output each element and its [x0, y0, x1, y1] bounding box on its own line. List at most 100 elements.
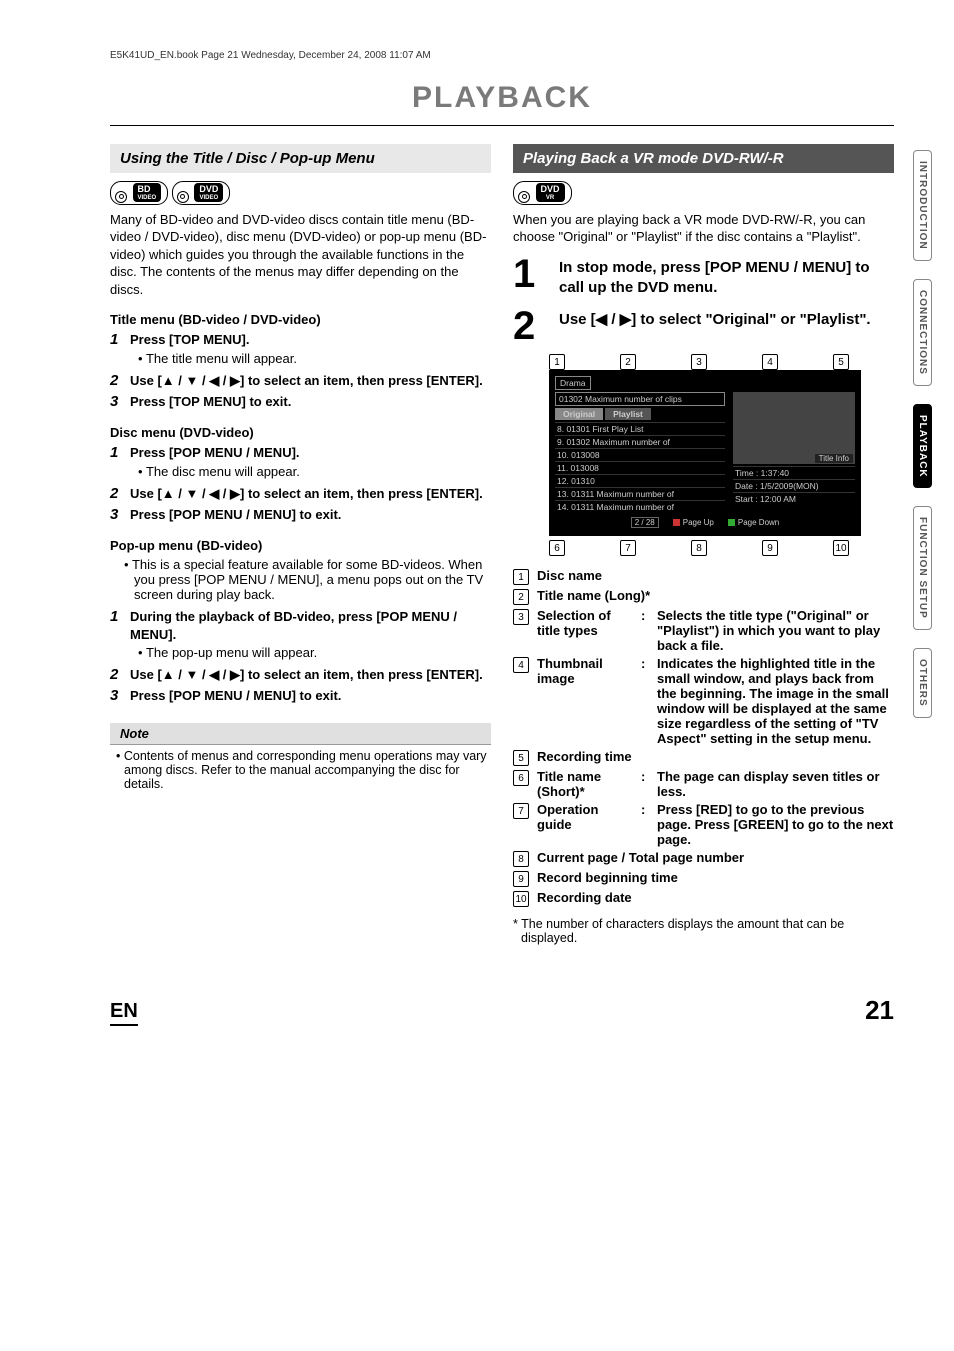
page-title: PLAYBACK — [110, 81, 894, 115]
legend-7-desc: Press [RED] to go to the previous page. … — [657, 802, 894, 847]
legend-6-lbl: Title name (Short)* — [537, 769, 633, 799]
footer: EN 21 — [110, 995, 894, 1026]
footnote: * The number of characters displays the … — [513, 917, 894, 945]
dvd-thumb-label: Title Info — [815, 454, 853, 463]
legend-box-1: 1 — [513, 569, 529, 585]
legend-5: Recording time — [537, 749, 632, 764]
legend-4-lbl: Thumbnail image — [537, 656, 633, 686]
callout-10: 10 — [833, 540, 849, 556]
legend-7-lbl: Operation guide — [537, 802, 633, 832]
big-step-2: 2 Use [◀ / ▶] to select "Original" or "P… — [513, 308, 894, 344]
right-section-head: Playing Back a VR mode DVD-RW/-R — [513, 144, 894, 173]
left-intro: Many of BD-video and DVD-video discs con… — [110, 211, 491, 299]
page-down-button[interactable]: Page Down — [728, 518, 779, 527]
page-up-button[interactable]: Page Up — [673, 518, 714, 527]
dvd-list-item[interactable]: 11. 013008 — [555, 461, 725, 474]
dvd-disc-name: Drama — [555, 376, 591, 390]
tab-introduction[interactable]: INTRODUCTION — [913, 150, 932, 261]
callout-8: 8 — [691, 540, 707, 556]
callout-1: 1 — [549, 354, 565, 370]
callout-5: 5 — [833, 354, 849, 370]
disc-step-1: 1Press [POP MENU / MENU]. — [110, 444, 491, 462]
legend-box-5: 5 — [513, 750, 529, 766]
left-column: Using the Title / Disc / Pop-up Menu BDV… — [110, 144, 491, 945]
tab-function-setup[interactable]: FUNCTION SETUP — [913, 506, 932, 630]
dvd-sub: VIDEO — [199, 195, 218, 201]
right-column: Playing Back a VR mode DVD-RW/-R DVDVR W… — [513, 144, 894, 945]
callout-2: 2 — [620, 354, 636, 370]
green-square-icon — [728, 519, 735, 526]
dvd-type-tabs: Original Playlist — [555, 408, 725, 420]
tab-others[interactable]: OTHERS — [913, 648, 932, 718]
dvd-tab-original[interactable]: Original — [555, 408, 603, 420]
legend-1: Disc name — [537, 568, 602, 583]
disc-step-2: 2Use [▲ / ▼ / ◀ / ▶] to select an item, … — [110, 485, 491, 503]
popup-intro: This is a special feature available for … — [124, 557, 491, 602]
dvd-video-badge: DVDVIDEO — [172, 181, 231, 205]
dvd-screen: Drama 01302 Maximum number of clips Orig… — [549, 370, 861, 536]
big-step-2-num: 2 — [513, 308, 545, 344]
dvd-info-time: Time : 1:37:40 — [733, 466, 855, 479]
dvd-label: DVD — [199, 184, 218, 194]
disc-icon — [115, 191, 127, 203]
content-columns: Using the Title / Disc / Pop-up Menu BDV… — [110, 144, 894, 945]
big-step-1-text: In stop mode, press [POP MENU / MENU] to… — [559, 256, 894, 299]
legend-box-7: 7 — [513, 803, 529, 819]
dvd-info-start: Start : 12:00 AM — [733, 492, 855, 505]
bd-label: BD — [138, 184, 151, 194]
note-body: Contents of menus and corresponding menu… — [110, 745, 491, 791]
dvd-right-panel: Title Info Time : 1:37:40 Date : 1/5/200… — [733, 392, 855, 513]
page: E5K41UD_EN.book Page 21 Wednesday, Decem… — [0, 0, 954, 1066]
big-step-1: 1 In stop mode, press [POP MENU / MENU] … — [513, 256, 894, 299]
dvd-thumbnail: Title Info — [733, 392, 855, 464]
title-menu-subhead: Title menu (BD-video / DVD-video) — [110, 312, 491, 327]
left-section-head: Using the Title / Disc / Pop-up Menu — [110, 144, 491, 173]
dvd-menu-figure: 1 2 3 4 5 Drama 01302 Maximum number of … — [549, 354, 894, 556]
tab-connections[interactable]: CONNECTIONS — [913, 279, 932, 386]
dvd-list-item[interactable]: 13. 01311 Maximum number of — [555, 487, 725, 500]
legend-6-desc: The page can display seven titles or les… — [657, 769, 894, 799]
dvd-vr-badge-row: DVDVR — [513, 181, 894, 205]
disc-step-3: 3Press [POP MENU / MENU] to exit. — [110, 506, 491, 524]
legend-box-6: 6 — [513, 770, 529, 786]
legend-4-desc: Indicates the highlighted title in the s… — [657, 656, 894, 746]
popup-menu-subhead: Pop-up menu (BD-video) — [110, 538, 491, 553]
popup-step-1-bullet: The pop-up menu will appear. — [138, 645, 491, 660]
callout-9: 9 — [762, 540, 778, 556]
legend-3-desc: Selects the title type ("Original" or "P… — [657, 608, 894, 653]
callouts-top: 1 2 3 4 5 — [549, 354, 849, 370]
tab-playback[interactable]: PLAYBACK — [913, 404, 932, 489]
popup-step-2: 2Use [▲ / ▼ / ◀ / ▶] to select an item, … — [110, 666, 491, 684]
legend-box-2: 2 — [513, 589, 529, 605]
legend-10: Recording date — [537, 890, 632, 905]
dvd-list-item[interactable]: 8. 01301 First Play List — [555, 422, 725, 435]
dvd-list-item[interactable]: 9. 01302 Maximum number of — [555, 435, 725, 448]
title-step-1: 1Press [TOP MENU]. — [110, 331, 491, 349]
legend-box-9: 9 — [513, 871, 529, 887]
disc-icon — [518, 191, 530, 203]
popup-step-1: 1During the playback of BD-video, press … — [110, 608, 491, 643]
dvd-tab-playlist[interactable]: Playlist — [605, 408, 651, 420]
callout-4: 4 — [762, 354, 778, 370]
side-tabs: INTRODUCTION CONNECTIONS PLAYBACK FUNCTI… — [913, 150, 932, 718]
big-step-1-num: 1 — [513, 256, 545, 292]
note-bullet: Contents of menus and corresponding menu… — [116, 749, 489, 791]
dvd-vr-badge: DVDVR — [513, 181, 572, 205]
title-rule — [110, 125, 894, 126]
dvd-pager: 2 / 28 Page Up Page Down — [555, 517, 855, 528]
callout-3: 3 — [691, 354, 707, 370]
legend-box-10: 10 — [513, 891, 529, 907]
popup-step-3: 3Press [POP MENU / MENU] to exit. — [110, 687, 491, 705]
dvd-list-item[interactable]: 12. 01310 — [555, 474, 725, 487]
red-square-icon — [673, 519, 680, 526]
page-number: 21 — [865, 995, 894, 1026]
dvd-title-long: 01302 Maximum number of clips — [555, 392, 725, 406]
dvd-vr-sub: VR — [541, 195, 560, 201]
dvd-list-item[interactable]: 14. 01311 Maximum number of — [555, 500, 725, 513]
legend-8: Current page / Total page number — [537, 850, 744, 865]
title-step-1-bullet: The title menu will appear. — [138, 351, 491, 366]
dvd-list-item[interactable]: 10. 013008 — [555, 448, 725, 461]
legend-9: Record beginning time — [537, 870, 678, 885]
legend-box-4: 4 — [513, 657, 529, 673]
bd-video-badge: BDVIDEO — [110, 181, 168, 205]
